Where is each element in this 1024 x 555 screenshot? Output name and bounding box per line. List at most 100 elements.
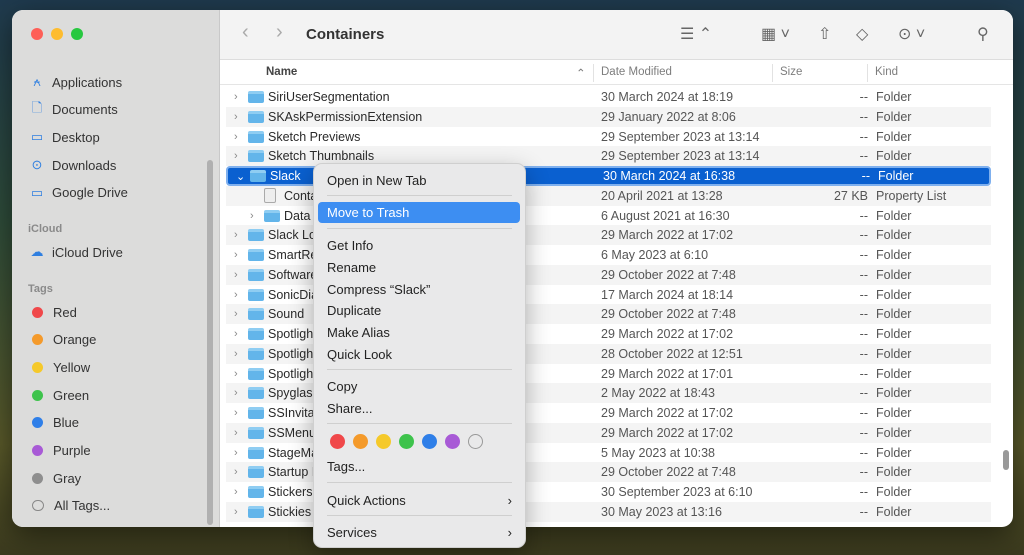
folder-icon (248, 328, 264, 340)
table-row[interactable]: › SKAskPermissionExtension 29 January 2022… (226, 106, 991, 127)
folder-icon (248, 347, 264, 360)
menu-make-alias[interactable]: Make Alias (318, 322, 520, 343)
share-icon[interactable]: ⇧ (818, 24, 831, 44)
sidebar-tag-green[interactable]: Green (30, 385, 89, 405)
menu-move-to-trash[interactable]: Move to Trash (318, 202, 520, 223)
chevron-right-icon[interactable]: › (234, 387, 238, 399)
tag-color-option[interactable] (468, 434, 483, 449)
column-kind[interactable]: Kind (875, 66, 898, 78)
sidebar-item-label: Red (53, 304, 77, 320)
sidebar-tag-yellow[interactable]: Yellow (30, 357, 90, 377)
sidebar-item-label: Gray (53, 470, 82, 486)
search-icon[interactable]: ⚲ (977, 24, 989, 44)
menu-open-new-tab[interactable]: Open in New Tab (318, 170, 520, 191)
chevron-right-icon[interactable]: › (234, 368, 238, 380)
sidebar-item-downloads[interactable]: ⊙ Downloads (30, 155, 117, 175)
menu-quick-look[interactable]: Quick Look (318, 344, 520, 365)
more-icon[interactable]: ⊙ ˅ (898, 24, 925, 44)
file-size: -- (859, 346, 868, 361)
menu-copy[interactable]: Copy (318, 376, 520, 397)
sort-chevron-icon[interactable]: ⌃ (576, 66, 586, 80)
sidebar-scrollbar[interactable] (207, 160, 213, 525)
forward-button[interactable]: › (276, 21, 283, 44)
chevron-right-icon[interactable]: › (234, 486, 238, 498)
tag-color-option[interactable] (330, 434, 345, 449)
minimize-button[interactable] (51, 28, 63, 40)
file-size: -- (859, 327, 868, 341)
chevron-right-icon[interactable]: › (234, 249, 238, 261)
sidebar-item-google-drive[interactable]: ▭ Google Drive (30, 183, 128, 203)
menu-rename[interactable]: Rename (318, 257, 520, 278)
column-date[interactable]: Date Modified (601, 66, 672, 78)
sidebar-tag-orange[interactable]: Orange (30, 330, 96, 350)
tag-color-option[interactable] (422, 434, 437, 449)
menu-tags[interactable]: Tags... (318, 456, 520, 477)
chevron-right-icon[interactable]: › (234, 308, 238, 320)
sidebar-item-label: Google Drive (52, 185, 128, 201)
column-size[interactable]: Size (780, 66, 802, 78)
menu-services[interactable]: Services › (318, 522, 520, 543)
chevron-down-icon[interactable]: ⌄ (236, 170, 245, 183)
file-size: -- (859, 267, 868, 282)
back-button[interactable]: ‹ (242, 21, 249, 44)
menu-share[interactable]: Share... (318, 398, 520, 419)
chevron-right-icon[interactable]: › (234, 131, 238, 143)
close-button[interactable] (31, 28, 43, 40)
menu-get-info[interactable]: Get Info (318, 235, 520, 256)
file-name: Software (268, 267, 318, 282)
sidebar-all-tags[interactable]: All Tags... (30, 496, 110, 516)
column-name[interactable]: Name (266, 66, 297, 78)
chevron-right-icon: › (507, 493, 512, 508)
menu-compress[interactable]: Compress “Slack” (318, 279, 520, 300)
folder-icon (248, 486, 264, 498)
file-name: SonicDia (268, 287, 319, 302)
chevron-right-icon[interactable]: › (234, 150, 238, 162)
zoom-button[interactable] (71, 28, 83, 40)
sidebar-item-label: Blue (53, 415, 80, 431)
chevron-right-icon[interactable]: › (234, 111, 238, 123)
file-size: -- (859, 248, 868, 262)
tag-color-option[interactable] (376, 434, 391, 449)
menu-quick-actions[interactable]: Quick Actions › (318, 490, 520, 511)
sidebar-item-documents[interactable]: 🗋 Documents (30, 100, 118, 120)
tag-color-option[interactable] (445, 434, 460, 449)
folder-icon (248, 308, 264, 321)
tag-icon[interactable]: ◇ (856, 24, 868, 44)
chevron-right-icon[interactable]: › (234, 506, 238, 518)
chevron-right-icon[interactable]: › (234, 427, 238, 439)
date-modified: 29 March 2022 at 17:02 (601, 425, 734, 440)
chevron-right-icon[interactable]: › (234, 447, 238, 459)
sidebar-tag-gray[interactable]: Gray (30, 468, 81, 488)
chevron-right-icon[interactable]: › (234, 269, 238, 281)
chevron-right-icon[interactable]: › (234, 229, 238, 241)
chevron-right-icon[interactable]: › (234, 289, 238, 301)
menu-duplicate[interactable]: Duplicate (318, 300, 520, 321)
chevron-right-icon[interactable]: › (234, 407, 238, 419)
chevron-right-icon[interactable]: › (234, 91, 238, 103)
tag-color-option[interactable] (399, 434, 414, 449)
chevron-right-icon[interactable]: › (250, 210, 254, 222)
folder-icon (248, 407, 264, 419)
table-row[interactable]: › SiriUserSegmentation 30 March 2024 at 18… (226, 87, 991, 107)
date-modified: 29 October 2022 at 7:48 (601, 465, 736, 480)
folder-icon: ▭ (30, 184, 44, 200)
file-kind: Folder (876, 386, 912, 401)
tag-color-option[interactable] (353, 434, 368, 449)
sidebar-item-desktop[interactable]: ▭ Desktop (30, 127, 100, 147)
chevron-right-icon[interactable]: › (234, 466, 238, 478)
group-icon[interactable]: ▦ ˅ (761, 24, 790, 44)
sidebar-tag-blue[interactable]: Blue (30, 413, 79, 433)
chevron-right-icon[interactable]: › (234, 348, 238, 360)
sidebar-tag-purple[interactable]: Purple (30, 441, 91, 461)
folder-icon (248, 505, 264, 518)
folder-icon (248, 466, 264, 479)
chevron-right-icon[interactable]: › (234, 328, 238, 340)
table-row[interactable]: › Sketch Previews 29 September 2023 at 13:… (226, 127, 991, 147)
sidebar-item-icloud-drive[interactable]: ☁ iCloud Drive (30, 242, 123, 262)
icloud-header: iCloud (28, 223, 63, 235)
list-scrollbar[interactable] (1003, 450, 1009, 470)
date-modified: 29 March 2022 at 17:01 (601, 366, 734, 381)
sidebar-item-applications[interactable]: ⍲ Applications (30, 72, 122, 92)
list-view-icon[interactable]: ☰ ⌃ (680, 24, 712, 44)
sidebar-tag-red[interactable]: Red (30, 302, 77, 322)
